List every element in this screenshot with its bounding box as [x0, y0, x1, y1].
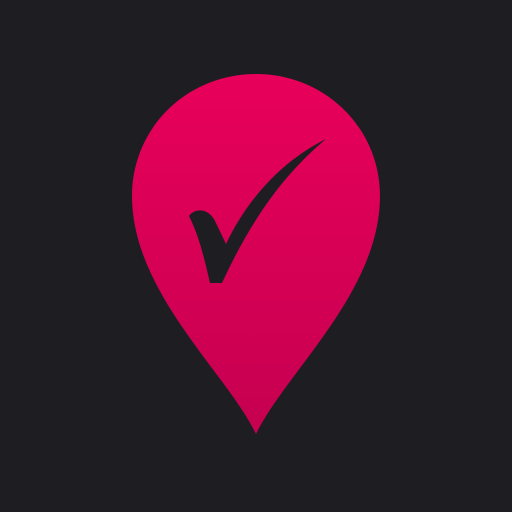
app-icon-canvas — [0, 0, 512, 512]
location-pin-check-icon — [0, 0, 512, 512]
